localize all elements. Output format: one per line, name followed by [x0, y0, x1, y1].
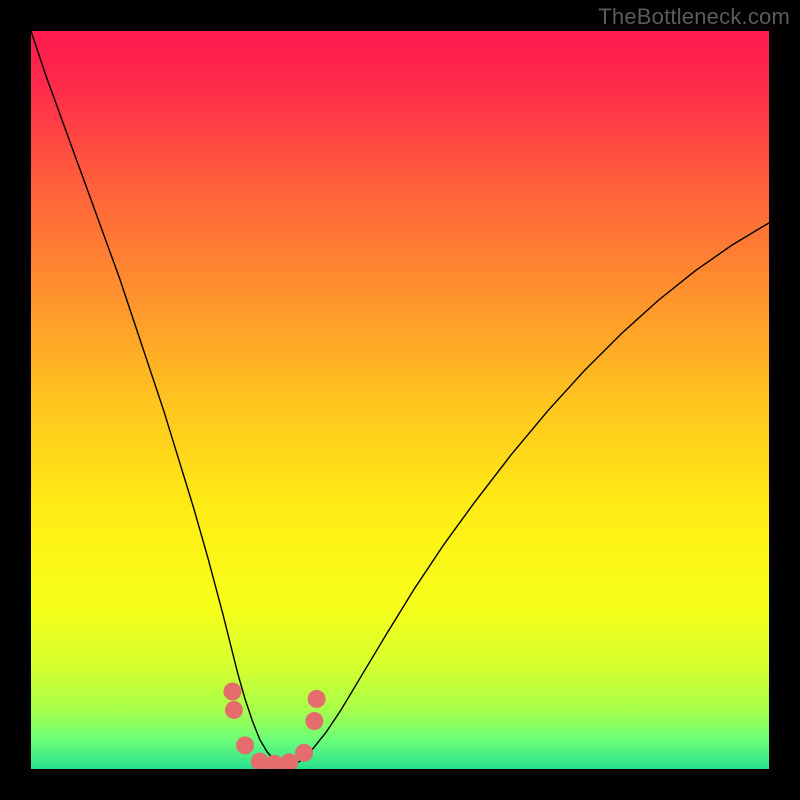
- watermark-text: TheBottleneck.com: [598, 4, 790, 30]
- chart-frame: TheBottleneck.com: [0, 0, 800, 800]
- dip-dot: [236, 736, 254, 754]
- dip-dot: [223, 683, 241, 701]
- dip-dot: [225, 701, 243, 719]
- plot-area: [31, 31, 769, 769]
- dip-dot: [308, 690, 326, 708]
- bottleneck-chart: [31, 31, 769, 769]
- dip-dot: [295, 744, 313, 762]
- gradient-background: [31, 31, 769, 769]
- dip-dot: [305, 712, 323, 730]
